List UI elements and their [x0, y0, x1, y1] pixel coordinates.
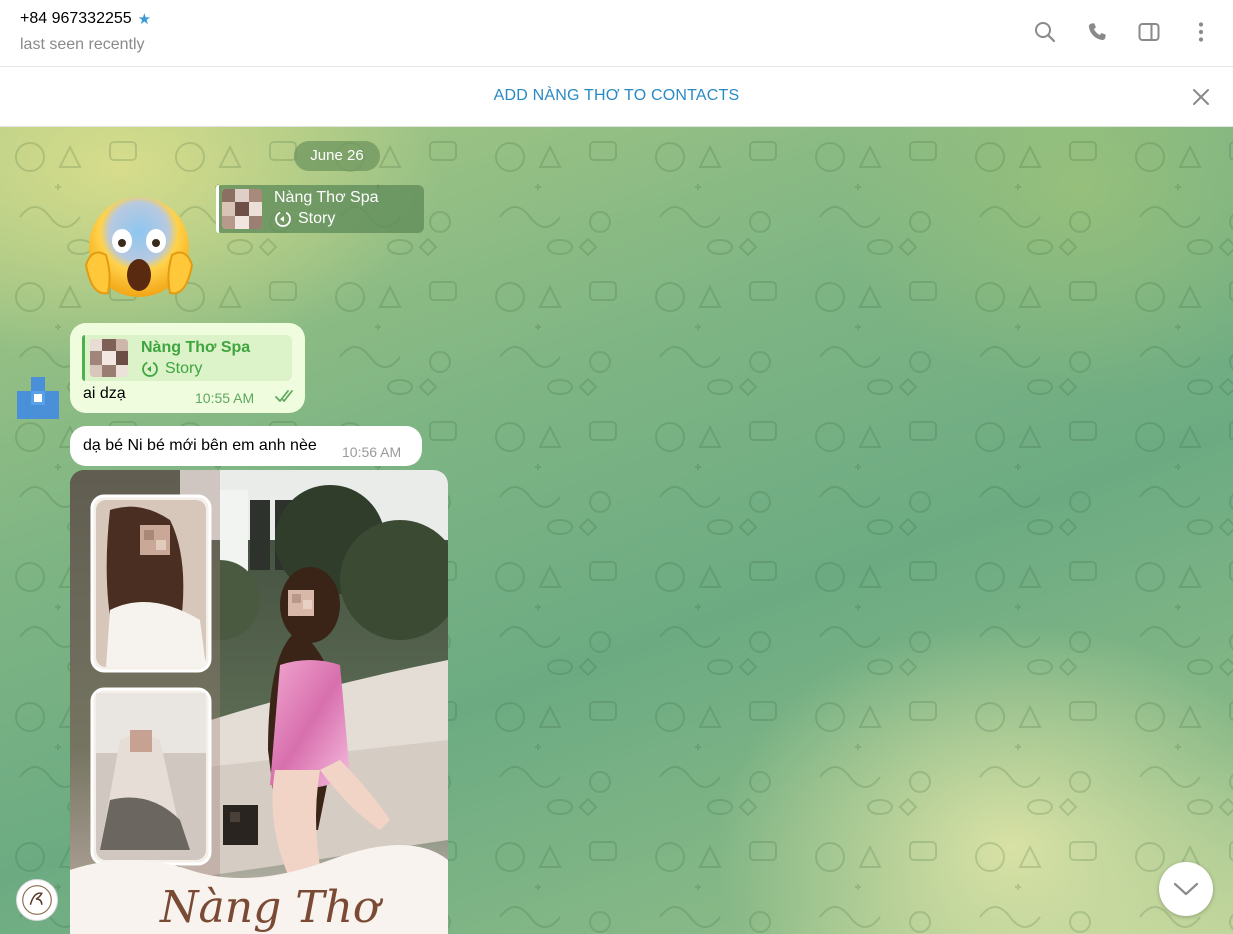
- story-icon: [142, 361, 158, 377]
- story-label: Story: [274, 210, 335, 228]
- date-separator: June 26: [294, 141, 380, 171]
- story-type-text: Story: [298, 210, 336, 227]
- peer-name[interactable]: +84 967332255 ★: [20, 10, 151, 28]
- incoming-message[interactable]: dạ bé Ni bé mới bên em anh nèe 10:56 AM: [70, 426, 422, 466]
- story-thumbnail: [90, 339, 128, 377]
- message-time: 10:55 AM: [195, 390, 255, 406]
- user-avatar[interactable]: [17, 377, 59, 419]
- scroll-to-bottom-button[interactable]: [1159, 862, 1213, 916]
- peer-status: last seen recently: [20, 36, 145, 53]
- close-icon[interactable]: [1189, 85, 1213, 109]
- phone-icon[interactable]: [1083, 18, 1111, 46]
- story-thumbnail: [222, 189, 262, 229]
- photo-message[interactable]: Nàng Thơ: [70, 470, 448, 934]
- reply-accent-bar: [82, 335, 85, 381]
- sender-logo-avatar[interactable]: [16, 879, 58, 921]
- chat-area[interactable]: June 26 Nàng Thơ Spa Story Nàng Thơ Spa …: [0, 127, 1233, 934]
- story-reply-quote[interactable]: Nàng Thơ Spa Story: [82, 335, 292, 381]
- story-label: Story: [141, 360, 202, 378]
- chat-header: +84 967332255 ★ last seen recently: [0, 0, 1233, 67]
- more-vertical-icon[interactable]: [1187, 18, 1215, 46]
- photo-watermark-text: Nàng Thơ: [159, 882, 384, 933]
- search-icon[interactable]: [1031, 18, 1059, 46]
- message-text: ai dzạ: [83, 385, 126, 402]
- screaming-face-sticker[interactable]: [84, 195, 194, 307]
- outgoing-message[interactable]: Nàng Thơ Spa Story ai dzạ 10:55 AM: [70, 323, 305, 413]
- message-time: 10:56 AM: [342, 444, 402, 460]
- read-checkmarks-icon: [275, 390, 293, 402]
- story-type-text: Story: [165, 360, 203, 377]
- add-to-contacts-button[interactable]: ADD NÀNG THƠ TO CONTACTS: [0, 87, 1233, 105]
- sidebar-toggle-icon[interactable]: [1135, 18, 1163, 46]
- star-icon: ★: [137, 11, 152, 28]
- peer-name-text[interactable]: +84 967332255: [20, 10, 132, 28]
- story-icon: [275, 211, 291, 227]
- story-reply-preview[interactable]: Nàng Thơ Spa Story: [216, 185, 424, 233]
- chevron-down-icon: [1173, 882, 1199, 896]
- add-contact-bar: ADD NÀNG THƠ TO CONTACTS: [0, 67, 1233, 127]
- header-actions: [1031, 18, 1215, 46]
- reply-accent-bar: [216, 185, 219, 233]
- story-owner-name: Nàng Thơ Spa: [274, 189, 379, 206]
- message-text: dạ bé Ni bé mới bên em anh nèe: [83, 437, 317, 454]
- story-owner-name: Nàng Thơ Spa: [141, 339, 251, 356]
